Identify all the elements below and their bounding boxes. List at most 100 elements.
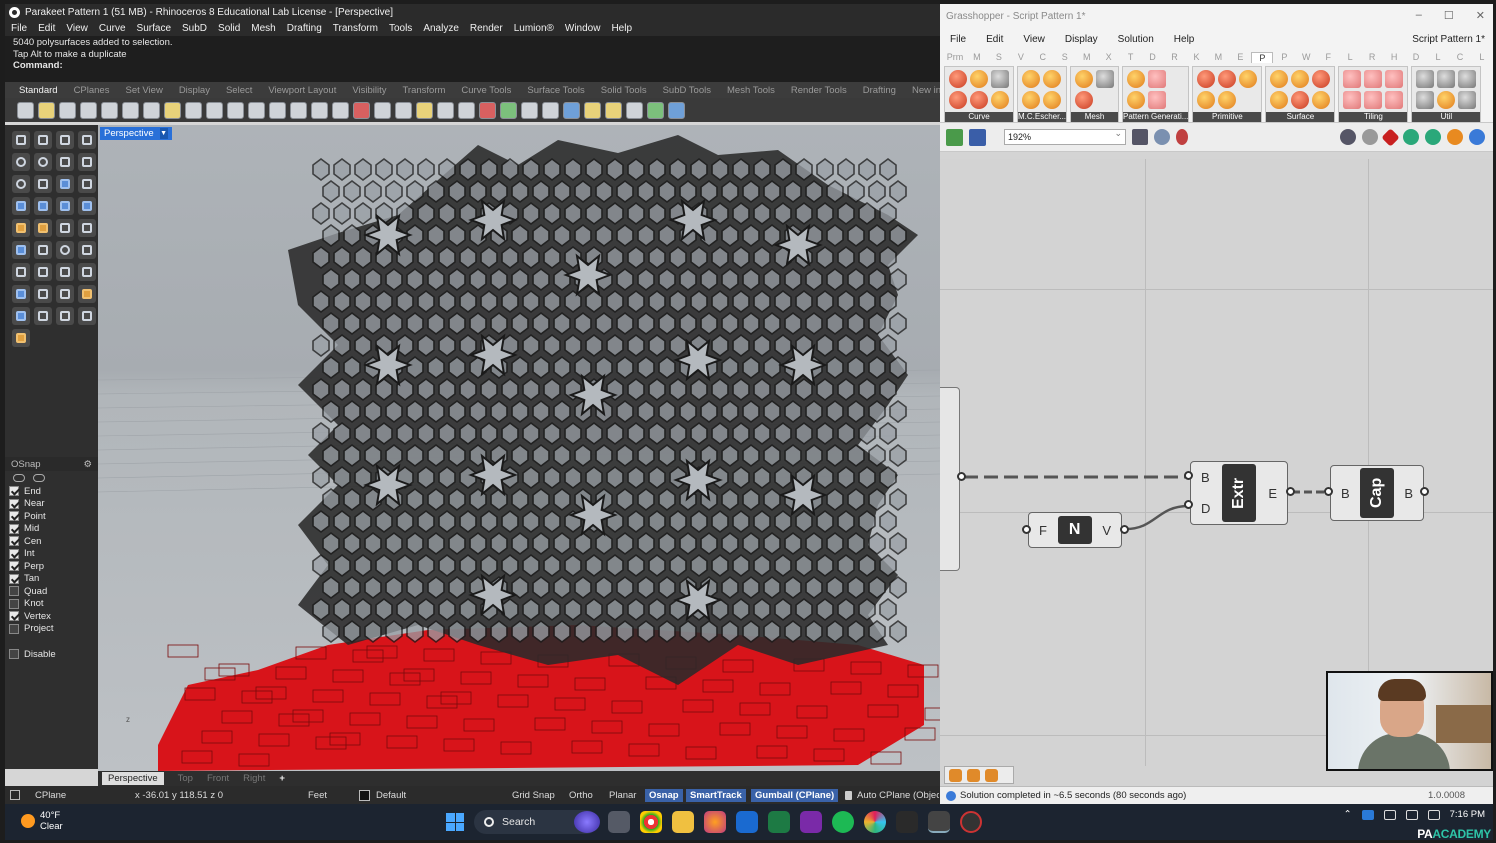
texture-icon[interactable] bbox=[584, 101, 601, 119]
tiling-component-icon[interactable] bbox=[1343, 91, 1362, 109]
input-grip[interactable] bbox=[1324, 487, 1333, 496]
perspective-viewport[interactable]: Perspective ▼ z bbox=[98, 125, 940, 771]
osnap-mode-icon[interactable] bbox=[13, 474, 25, 482]
tab-right[interactable]: Right bbox=[243, 773, 265, 784]
surface-component-icon[interactable] bbox=[1291, 70, 1310, 88]
menu-edit[interactable]: Edit bbox=[38, 23, 55, 34]
curve-component-icon[interactable] bbox=[949, 70, 967, 88]
tab-curve-tools[interactable]: Curve Tools bbox=[453, 85, 519, 96]
block-icon[interactable] bbox=[34, 285, 52, 303]
gh-category-tab[interactable]: X bbox=[1098, 52, 1120, 62]
clock[interactable]: 7:16 PM bbox=[1450, 809, 1485, 820]
osnap-disable-row[interactable]: Disable bbox=[5, 648, 98, 661]
menu-render[interactable]: Render bbox=[470, 23, 503, 34]
move-icon[interactable] bbox=[227, 101, 244, 119]
menu-curve[interactable]: Curve bbox=[99, 23, 126, 34]
osnap-row-int[interactable]: Int bbox=[9, 548, 98, 561]
mesh-component-icon[interactable] bbox=[1075, 70, 1094, 88]
gh-category-tab[interactable]: M bbox=[1207, 52, 1229, 62]
cplane-icon[interactable] bbox=[395, 101, 412, 119]
camera-icon[interactable] bbox=[374, 101, 391, 119]
mesh-icon[interactable] bbox=[34, 219, 52, 237]
options-icon[interactable] bbox=[626, 101, 643, 119]
current-layer[interactable]: Default bbox=[376, 790, 406, 801]
gh-category-tab[interactable]: V bbox=[1010, 52, 1032, 62]
environment-icon[interactable] bbox=[521, 101, 538, 119]
cap-component[interactable]: B Cap B bbox=[1330, 465, 1424, 521]
wireframe-icon[interactable] bbox=[1362, 129, 1378, 145]
gh-category-tab[interactable]: S bbox=[1054, 52, 1076, 62]
zoom-icon[interactable] bbox=[248, 101, 265, 119]
units[interactable]: Feet bbox=[308, 790, 327, 801]
gh-category-tab[interactable]: E bbox=[1229, 52, 1251, 62]
pattern-component-icon[interactable] bbox=[1148, 70, 1167, 88]
print-icon[interactable] bbox=[80, 101, 97, 119]
dimension-icon[interactable] bbox=[34, 263, 52, 281]
gh-menu-view[interactable]: View bbox=[1023, 34, 1045, 45]
group-icon[interactable] bbox=[12, 285, 30, 303]
checkbox[interactable] bbox=[9, 586, 19, 597]
lock-icon[interactable] bbox=[12, 329, 30, 347]
grid-snap-toggle[interactable]: Grid Snap bbox=[508, 789, 559, 802]
normal-input-f[interactable]: F bbox=[1039, 523, 1047, 538]
lock-icon[interactable] bbox=[845, 790, 852, 800]
gh-menu-solution[interactable]: Solution bbox=[1118, 34, 1154, 45]
zoom-dropdown[interactable]: 192% bbox=[1004, 128, 1126, 145]
pattern-component-icon[interactable] bbox=[1148, 91, 1167, 109]
cluster-icon[interactable] bbox=[967, 768, 980, 782]
gh-document-name[interactable]: Script Pattern 1* bbox=[1412, 34, 1485, 45]
menu-help[interactable]: Help bbox=[611, 23, 632, 34]
menu-drafting[interactable]: Drafting bbox=[287, 23, 322, 34]
smarttrack-toggle[interactable]: SmartTrack bbox=[686, 788, 746, 802]
gh-menu-edit[interactable]: Edit bbox=[986, 34, 1003, 45]
preview-eye-icon[interactable] bbox=[1154, 129, 1170, 145]
save-icon[interactable] bbox=[969, 128, 986, 146]
osnap-row-end[interactable]: End bbox=[9, 485, 98, 498]
terminal-icon[interactable] bbox=[896, 811, 918, 833]
util-component-icon[interactable] bbox=[1416, 70, 1435, 88]
input-grip[interactable] bbox=[1022, 525, 1031, 534]
checkbox[interactable] bbox=[9, 548, 19, 559]
sketch-pen-icon[interactable] bbox=[1176, 129, 1188, 145]
tab-standard[interactable]: Standard bbox=[11, 85, 66, 96]
menu-analyze[interactable]: Analyze bbox=[423, 23, 459, 34]
open-file-icon[interactable] bbox=[946, 128, 963, 146]
cap-input-b[interactable]: B bbox=[1341, 486, 1350, 501]
hatch-icon[interactable] bbox=[34, 307, 52, 325]
tab-render-tools[interactable]: Render Tools bbox=[783, 85, 855, 96]
escher-component-icon[interactable] bbox=[1043, 70, 1061, 88]
menu-view[interactable]: View bbox=[66, 23, 88, 34]
pattern-component-icon[interactable] bbox=[1127, 91, 1146, 109]
obs-icon[interactable] bbox=[960, 811, 982, 833]
chrome-icon[interactable] bbox=[640, 811, 662, 833]
surface-component-icon[interactable] bbox=[1270, 91, 1289, 109]
copy-icon[interactable] bbox=[143, 101, 160, 119]
checkbox[interactable] bbox=[9, 573, 19, 584]
osnap-row-vertex[interactable]: Vertex bbox=[9, 610, 98, 623]
text-icon[interactable] bbox=[12, 263, 30, 281]
tab-select[interactable]: Select bbox=[218, 85, 260, 96]
grasshopper-icon[interactable] bbox=[647, 101, 664, 119]
pen-icon[interactable] bbox=[12, 307, 30, 325]
gh-category-tab[interactable]: H bbox=[1383, 52, 1405, 62]
osnap-row-cen[interactable]: Cen bbox=[9, 535, 98, 548]
rotate-view-icon[interactable] bbox=[311, 101, 328, 119]
arc-icon[interactable] bbox=[12, 175, 30, 193]
tab-new-in-v8[interactable]: New in V8 bbox=[904, 85, 940, 96]
car-icon[interactable] bbox=[353, 101, 370, 119]
normal-output-v[interactable]: V bbox=[1102, 523, 1111, 538]
paste-icon[interactable] bbox=[164, 101, 181, 119]
gh-category-tab[interactable]: L bbox=[1427, 52, 1449, 62]
mesh-component-icon[interactable] bbox=[1075, 91, 1094, 109]
check-icon[interactable] bbox=[56, 307, 74, 325]
input-grip[interactable] bbox=[1184, 500, 1193, 509]
gh-category-tab[interactable]: P bbox=[1251, 51, 1274, 63]
weather-widget[interactable]: 40°F Clear bbox=[21, 810, 63, 832]
checkbox[interactable] bbox=[9, 623, 19, 634]
menu-subd[interactable]: SubD bbox=[182, 23, 207, 34]
tab-front[interactable]: Front bbox=[207, 773, 229, 784]
checkbox[interactable] bbox=[9, 611, 19, 622]
circle-icon[interactable] bbox=[12, 153, 30, 171]
gh-menu-help[interactable]: Help bbox=[1174, 34, 1195, 45]
tab-cplanes[interactable]: CPlanes bbox=[66, 85, 118, 96]
